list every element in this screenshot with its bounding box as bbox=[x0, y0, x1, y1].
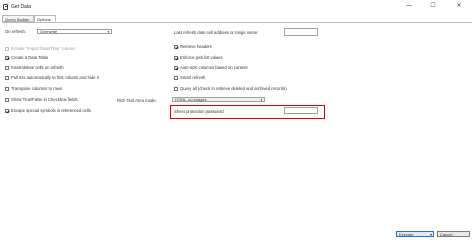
minimize-button[interactable]: — bbox=[402, 2, 416, 11]
sheet-password-input[interactable] bbox=[284, 107, 318, 114]
chevron-down-icon: ▼ bbox=[260, 98, 263, 102]
execute-dropdown-icon[interactable]: ▾ bbox=[430, 232, 432, 237]
escape-special-symbols-label: Escape special symbols in referenced cel… bbox=[11, 108, 91, 113]
retrieve-headers-label: Retrieve headers bbox=[180, 44, 212, 49]
smart-refresh-label: Smart refresh bbox=[180, 75, 206, 80]
window-title: Get Data bbox=[11, 4, 32, 10]
smart-refresh-checkbox[interactable] bbox=[174, 75, 178, 80]
close-button[interactable]: ✕ bbox=[452, 2, 466, 11]
retrieve-headers-checkbox[interactable] bbox=[174, 44, 178, 49]
rich-text-mode-select[interactable]: HTML, no images ▼ bbox=[172, 97, 265, 102]
get-data-app-icon bbox=[3, 4, 8, 10]
tab-options[interactable]: Options bbox=[34, 15, 56, 22]
query-all-checkbox[interactable] bbox=[174, 86, 178, 91]
rich-text-mode-value: HTML, no images bbox=[175, 97, 207, 102]
transpose-columns-label: Transpose columns to rows bbox=[11, 86, 63, 91]
execute-button[interactable]: Execute ▾ bbox=[396, 231, 434, 237]
sheet-password-label: Sheet protection password bbox=[174, 109, 224, 114]
pull-ids-checkbox[interactable] bbox=[5, 75, 9, 80]
rich-text-mode-label: Rich Text Area mode: bbox=[117, 98, 157, 103]
escape-special-symbols-checkbox[interactable] bbox=[5, 108, 9, 113]
auto-size-columns-checkbox[interactable] bbox=[174, 65, 178, 70]
last-refresh-input[interactable] bbox=[284, 28, 318, 36]
on-refresh-label: On refresh: bbox=[5, 29, 26, 34]
query-all-label: Query all (check to retrieve deleted and… bbox=[180, 86, 287, 91]
auto-size-columns-label: Auto-size columns based on content bbox=[180, 65, 248, 70]
on-refresh-value: Overwrite bbox=[40, 29, 58, 34]
show-true-false-checkbox[interactable] bbox=[5, 97, 9, 102]
execute-button-label: Execute bbox=[399, 232, 414, 237]
on-refresh-select[interactable]: Overwrite ▼ bbox=[37, 29, 112, 34]
include-import-date-label: Include "Import Date/Time" column bbox=[11, 46, 76, 51]
enforce-pick-list-checkbox[interactable] bbox=[174, 55, 178, 60]
chevron-down-icon: ▼ bbox=[107, 30, 110, 34]
insert-delete-cells-checkbox[interactable] bbox=[5, 65, 9, 70]
create-data-table-checkbox[interactable] bbox=[5, 55, 9, 60]
transpose-columns-checkbox[interactable] bbox=[5, 86, 9, 91]
title-bar: Get Data — ☐ ✕ bbox=[0, 0, 474, 14]
cancel-button-label: Cancel bbox=[440, 232, 453, 237]
enforce-pick-list-label: Enforce pick list values bbox=[180, 55, 223, 60]
insert-delete-cells-label: Insert/delete cells on refresh bbox=[11, 65, 64, 70]
create-data-table-label: Create a Data Table bbox=[11, 55, 49, 60]
include-import-date-checkbox[interactable] bbox=[5, 46, 9, 51]
maximize-button[interactable]: ☐ bbox=[426, 2, 440, 11]
pull-ids-label: Pull IDs automatically to first column a… bbox=[11, 75, 99, 80]
show-true-false-label: Show True/False in Checkbox fields bbox=[11, 97, 78, 102]
last-refresh-label: Last refresh date cell address or range … bbox=[174, 30, 259, 35]
tab-query-builder[interactable]: Query Builder bbox=[2, 15, 34, 22]
options-panel bbox=[2, 22, 472, 238]
cancel-button[interactable]: Cancel bbox=[437, 231, 470, 237]
